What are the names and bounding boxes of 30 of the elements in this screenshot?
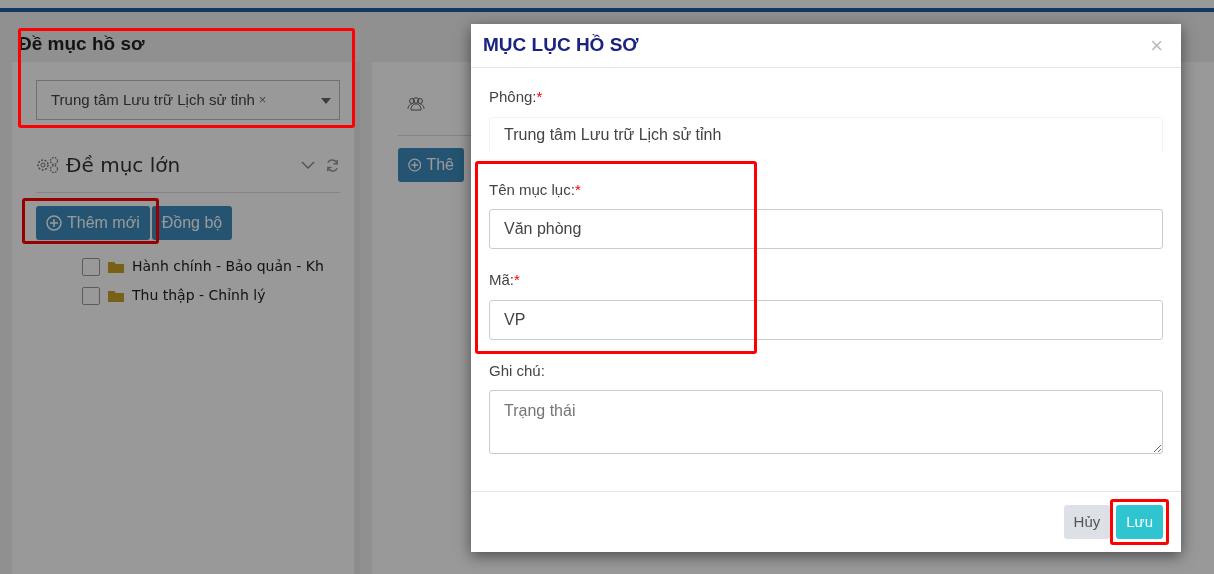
cancel-button[interactable]: Hủy [1063, 504, 1111, 540]
input-field[interactable]: VP [489, 299, 1163, 340]
select-value: Trung tâm Lưu trữ Lịch sử tỉnh [51, 89, 255, 110]
refresh-icon[interactable] [325, 157, 340, 173]
panel-title: Đề mục lớn [66, 152, 181, 179]
checkbox[interactable] [82, 286, 100, 305]
tree-item[interactable]: Hành chính - Bảo quản - Kh [132, 256, 324, 277]
field-label: Ghi chú: [489, 360, 546, 381]
folder-icon [108, 289, 124, 302]
dialog-title: MỤC LỤC HỒ SƠ [483, 33, 639, 58]
field-label: Phông:* [489, 87, 544, 108]
input-field[interactable]: Văn phòng [489, 209, 1163, 250]
plus-circle-icon [46, 215, 62, 231]
plus-circle-icon [408, 156, 422, 173]
caret-icon [321, 97, 331, 104]
checkbox[interactable] [82, 257, 100, 276]
clear-button[interactable]: × [258, 90, 267, 110]
field-label: Tên mục lục:* [489, 179, 582, 200]
tree-item[interactable]: Thu thập - Chỉnh lý [132, 285, 266, 306]
notes-field[interactable]: Trạng thái [489, 390, 1163, 455]
add-button[interactable]: Thêm mới [36, 206, 150, 240]
chevron-down-icon[interactable] [301, 160, 315, 170]
input-field[interactable]: Trung tâm Lưu trữ Lịch sử tỉnh [489, 116, 1163, 153]
field-label: Mã:* [489, 270, 521, 291]
gears-icon [36, 156, 60, 174]
sync-button[interactable]: Đồng bộ [151, 206, 233, 240]
folder-icon [108, 260, 124, 273]
users-icon [406, 97, 426, 112]
select-field[interactable]: Trung tâm Lưu trữ Lịch sử tỉnh × [36, 80, 340, 120]
add-button[interactable]: Thê [398, 147, 464, 182]
